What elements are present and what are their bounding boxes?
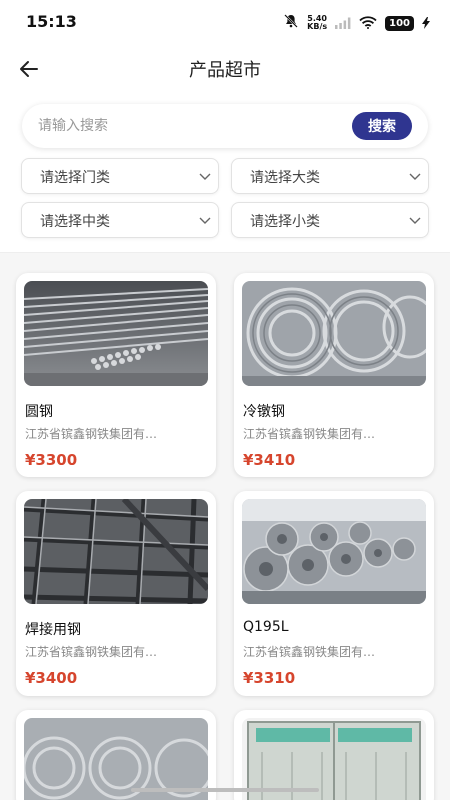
product-company: 江苏省镔鑫钢铁集团有… — [243, 645, 376, 659]
product-card[interactable]: 圆钢 江苏省镔鑫钢铁集团有… ¥3300 — [16, 273, 216, 477]
product-image-round-steel — [24, 281, 208, 386]
search-button[interactable]: 搜索 — [352, 112, 412, 140]
product-price: ¥3300 — [25, 451, 78, 469]
product-card[interactable] — [234, 710, 434, 800]
home-indicator[interactable] — [131, 788, 319, 792]
network-speed: 5.40 KB/s — [307, 15, 327, 31]
product-name: 冷镦钢 — [243, 404, 285, 420]
product-company: 江苏省镔鑫钢铁集团有… — [25, 427, 158, 441]
middle-category-select[interactable]: 请选择中类 — [21, 202, 219, 238]
product-price: ¥3400 — [25, 669, 78, 687]
search-input[interactable] — [38, 104, 348, 148]
product-card[interactable]: Q195L 江苏省镔鑫钢铁集团有… ¥3310 — [234, 491, 434, 696]
product-name: 焊接用钢 — [25, 622, 81, 638]
product-card[interactable]: 焊接用钢 江苏省镔鑫钢铁集团有… ¥3400 — [16, 491, 216, 696]
middle-category-label: 请选择中类 — [40, 214, 110, 230]
major-category-label: 请选择大类 — [250, 170, 320, 186]
header: 产品超市 — [0, 48, 450, 90]
product-company: 江苏省镔鑫钢铁集团有… — [25, 645, 158, 659]
product-card[interactable] — [16, 710, 216, 800]
charging-bolt-icon — [422, 14, 430, 33]
product-price: ¥3310 — [243, 669, 296, 687]
door-category-select[interactable]: 请选择门类 — [21, 158, 219, 194]
status-time: 15:13 — [26, 12, 77, 31]
chevron-down-icon — [199, 173, 211, 180]
product-image-q195l — [242, 499, 426, 604]
chevron-down-icon — [199, 217, 211, 224]
product-image-welding-steel — [24, 499, 208, 604]
minor-category-select[interactable]: 请选择小类 — [231, 202, 429, 238]
wifi-icon — [359, 14, 377, 33]
product-name: 圆钢 — [25, 404, 53, 420]
net-speed-unit: KB/s — [307, 22, 328, 31]
product-company: 江苏省镔鑫钢铁集团有… — [243, 427, 376, 441]
major-category-select[interactable]: 请选择大类 — [231, 158, 429, 194]
battery-indicator: 100 — [385, 15, 414, 31]
chevron-down-icon — [409, 173, 421, 180]
mute-bell-icon — [283, 13, 299, 33]
status-bar: 15:13 5.40 KB/s 100 — [0, 0, 450, 46]
status-icons: 5.40 KB/s 100 — [283, 13, 430, 33]
page-title: 产品超市 — [189, 60, 261, 81]
chevron-down-icon — [409, 217, 421, 224]
product-card[interactable]: 冷镦钢 江苏省镔鑫钢铁集团有… ¥3410 — [234, 273, 434, 477]
search-bar: 搜索 — [22, 104, 428, 148]
product-image-cold-heading-steel — [242, 281, 426, 386]
cellular-signal-icon — [335, 14, 351, 33]
product-price: ¥3410 — [243, 451, 296, 469]
door-category-label: 请选择门类 — [40, 170, 110, 186]
minor-category-label: 请选择小类 — [250, 214, 320, 230]
product-name: Q195L — [243, 619, 289, 635]
